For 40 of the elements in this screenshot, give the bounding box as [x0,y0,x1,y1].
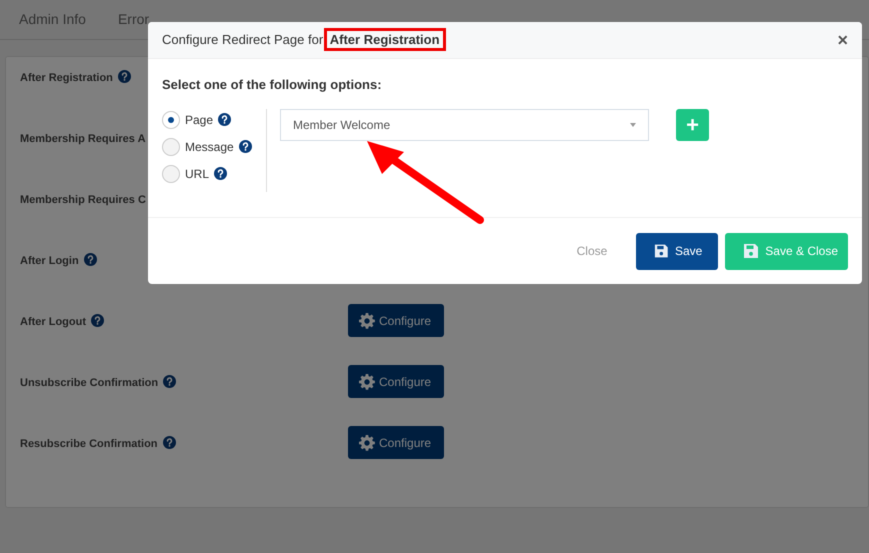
setting-label: Membership Requires A [20,132,146,147]
radio-button[interactable] [162,164,180,182]
close-button[interactable]: × [837,31,848,49]
configure-button[interactable]: Configure [348,304,444,337]
add-button[interactable]: + [676,108,709,140]
setting-label: Resubscribe Confirmation [20,437,158,452]
help-icon[interactable] [214,167,228,180]
caret-icon [630,122,636,126]
configure-button[interactable]: Configure [348,426,444,459]
help-icon[interactable] [118,70,131,83]
setting-label: Membership Requires C [20,193,146,208]
save-icon [743,243,760,259]
close-link[interactable]: Close [570,241,614,261]
option-label: Page [185,112,214,128]
radio-button[interactable] [162,138,180,156]
option-label: Message [185,138,234,156]
radio-button[interactable] [162,110,180,128]
gear-icon [359,312,375,328]
configure-button[interactable]: Configure [348,365,444,398]
prompt-text: Select one of the following options: [162,76,383,94]
option-label: URL [185,166,210,182]
help-icon[interactable] [218,113,232,126]
setting-label: After Logout [20,315,86,330]
setting-label: After Registration [20,71,113,86]
gear-icon [359,374,375,390]
gear-icon [359,434,375,450]
save-button[interactable]: Save [636,232,718,270]
tab[interactable]: Error [118,9,150,30]
help-icon[interactable] [163,375,176,388]
setting-label: Unsubscribe Confirmation [20,376,158,391]
save-icon [654,243,669,259]
save-close-button[interactable]: Save & Close [725,232,848,270]
help-icon[interactable] [162,436,176,449]
modal-title: Configure Redirect Page for After Registration [162,30,446,50]
setting-label: After Login [20,254,79,269]
help-icon[interactable] [90,314,104,327]
page-select[interactable]: Member Welcome [280,108,649,140]
help-icon[interactable] [84,253,97,266]
help-icon[interactable] [238,140,252,153]
tab[interactable]: Admin Info [19,9,86,30]
